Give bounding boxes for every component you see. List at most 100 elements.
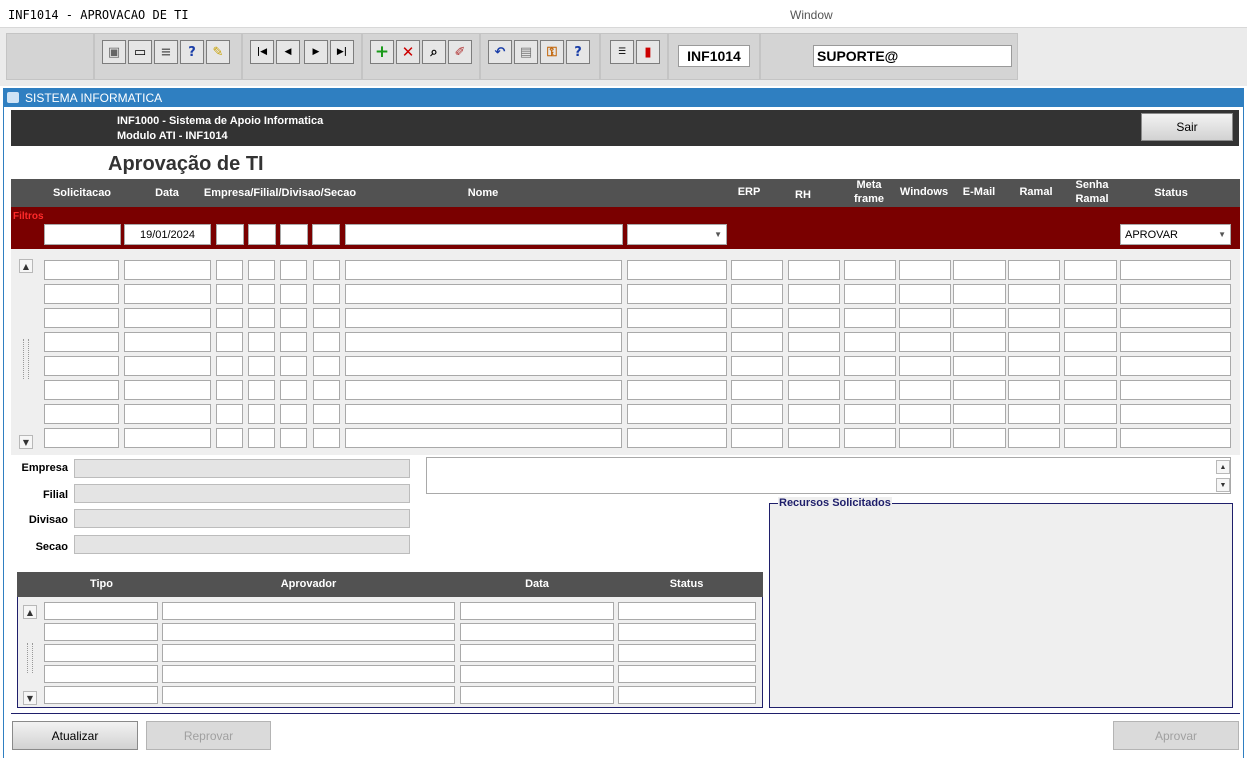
grid-cell[interactable] [248, 356, 275, 376]
grid-cell[interactable] [44, 404, 119, 424]
grid-cell[interactable] [1008, 404, 1060, 424]
approver-cell[interactable] [162, 686, 455, 704]
grid-cell[interactable] [345, 404, 622, 424]
grid-cell[interactable] [899, 284, 951, 304]
filter-date[interactable]: 19/01/2024 [124, 224, 211, 245]
grid-cell[interactable] [44, 332, 119, 352]
approver-cell[interactable] [460, 602, 614, 620]
grid-cell[interactable] [627, 332, 727, 352]
grid-cell[interactable] [44, 356, 119, 376]
user-key-icon[interactable]: ⚿ [540, 40, 564, 64]
approver-cell[interactable] [44, 665, 158, 683]
grid-cell[interactable] [1008, 332, 1060, 352]
grid-cell[interactable] [216, 260, 243, 280]
grid-cell[interactable] [953, 356, 1006, 376]
filter-filial[interactable] [248, 224, 276, 245]
grid-cell[interactable] [124, 332, 211, 352]
grid-cell[interactable] [1120, 332, 1231, 352]
grid-cell[interactable] [1064, 404, 1117, 424]
grid-cell[interactable] [1008, 308, 1060, 328]
scroll-up-icon[interactable]: ▲ [1216, 460, 1230, 474]
grid-cell[interactable] [788, 380, 840, 400]
edit-query-icon[interactable]: ✎ [206, 40, 230, 64]
approver-cell[interactable] [460, 686, 614, 704]
grid-cell[interactable] [44, 260, 119, 280]
grid-cell[interactable] [844, 380, 896, 400]
last-record-icon[interactable]: ▶| [330, 40, 354, 64]
window-menu[interactable]: Window [790, 8, 833, 22]
approver-cell[interactable] [162, 602, 455, 620]
grid-cell[interactable] [1064, 308, 1117, 328]
grid-cell[interactable] [844, 404, 896, 424]
grid-cell[interactable] [313, 260, 340, 280]
grid-cell[interactable] [345, 308, 622, 328]
notes-textarea[interactable]: ▲ ▼ [426, 457, 1231, 494]
grid-cell[interactable] [280, 332, 307, 352]
grid-cell[interactable] [844, 284, 896, 304]
grid-cell[interactable] [953, 308, 1006, 328]
filter-empresa[interactable] [216, 224, 244, 245]
grid-cell[interactable] [731, 332, 783, 352]
grid-cell[interactable] [953, 404, 1006, 424]
grid-cell[interactable] [899, 356, 951, 376]
grid-cell[interactable] [1008, 260, 1060, 280]
grid-cell[interactable] [280, 260, 307, 280]
grid-cell[interactable] [731, 260, 783, 280]
grid-cell[interactable] [345, 428, 622, 448]
approver-cell[interactable] [162, 644, 455, 662]
grid-cell[interactable] [248, 380, 275, 400]
grid-cell[interactable] [899, 260, 951, 280]
grid-cell[interactable] [216, 404, 243, 424]
grid-cell[interactable] [1120, 356, 1231, 376]
grid-cell[interactable] [627, 356, 727, 376]
grid-cell[interactable] [627, 380, 727, 400]
grid-cell[interactable] [1008, 284, 1060, 304]
grid-cell[interactable] [1120, 308, 1231, 328]
grid-cell[interactable] [731, 308, 783, 328]
grid-cell[interactable] [44, 284, 119, 304]
grid-cell[interactable] [1008, 428, 1060, 448]
grid-cell[interactable] [216, 380, 243, 400]
search-record-icon[interactable]: ⌕ [422, 40, 446, 64]
grid-cell[interactable] [627, 308, 727, 328]
grid-cell[interactable] [313, 284, 340, 304]
grid-cell[interactable] [313, 308, 340, 328]
grid-cell[interactable] [313, 356, 340, 376]
approver-cell[interactable] [44, 602, 158, 620]
filter-divisao[interactable] [280, 224, 308, 245]
grid-cell[interactable] [899, 404, 951, 424]
approver-cell[interactable] [460, 644, 614, 662]
grid-cell[interactable] [248, 332, 275, 352]
grid-cell[interactable] [627, 428, 727, 448]
approver-cell[interactable] [162, 665, 455, 683]
grid-cell[interactable] [627, 260, 727, 280]
grid-cell[interactable] [345, 380, 622, 400]
grid-cell[interactable] [1064, 428, 1117, 448]
grid-cell[interactable] [1120, 428, 1231, 448]
grid-cell[interactable] [1008, 356, 1060, 376]
grid-cell[interactable] [953, 284, 1006, 304]
clipboard-icon[interactable]: ▤ [514, 40, 538, 64]
atualizar-button[interactable]: Atualizar [12, 721, 138, 750]
filter-nome[interactable] [345, 224, 623, 245]
grid-cell[interactable] [124, 284, 211, 304]
grid-cell[interactable] [899, 332, 951, 352]
grid-cell[interactable] [124, 428, 211, 448]
help-icon[interactable]: ? [566, 40, 590, 64]
grid-cell[interactable] [124, 356, 211, 376]
grid-cell[interactable] [248, 260, 275, 280]
help-query-icon[interactable]: ? [180, 40, 204, 64]
exit-icon[interactable]: ▮ [636, 40, 660, 64]
grid-cell[interactable] [731, 356, 783, 376]
grid-cell[interactable] [280, 380, 307, 400]
grid-cell[interactable] [124, 260, 211, 280]
grid-cell[interactable] [313, 404, 340, 424]
grid-cell[interactable] [953, 332, 1006, 352]
delete-record-icon[interactable]: ✕ [396, 40, 420, 64]
grid-cell[interactable] [788, 428, 840, 448]
grid-cell[interactable] [788, 260, 840, 280]
approver-cell[interactable] [44, 686, 158, 704]
grid-cell[interactable] [248, 428, 275, 448]
grid-cell[interactable] [1120, 380, 1231, 400]
print-preview-icon[interactable]: ▭ [128, 40, 152, 64]
